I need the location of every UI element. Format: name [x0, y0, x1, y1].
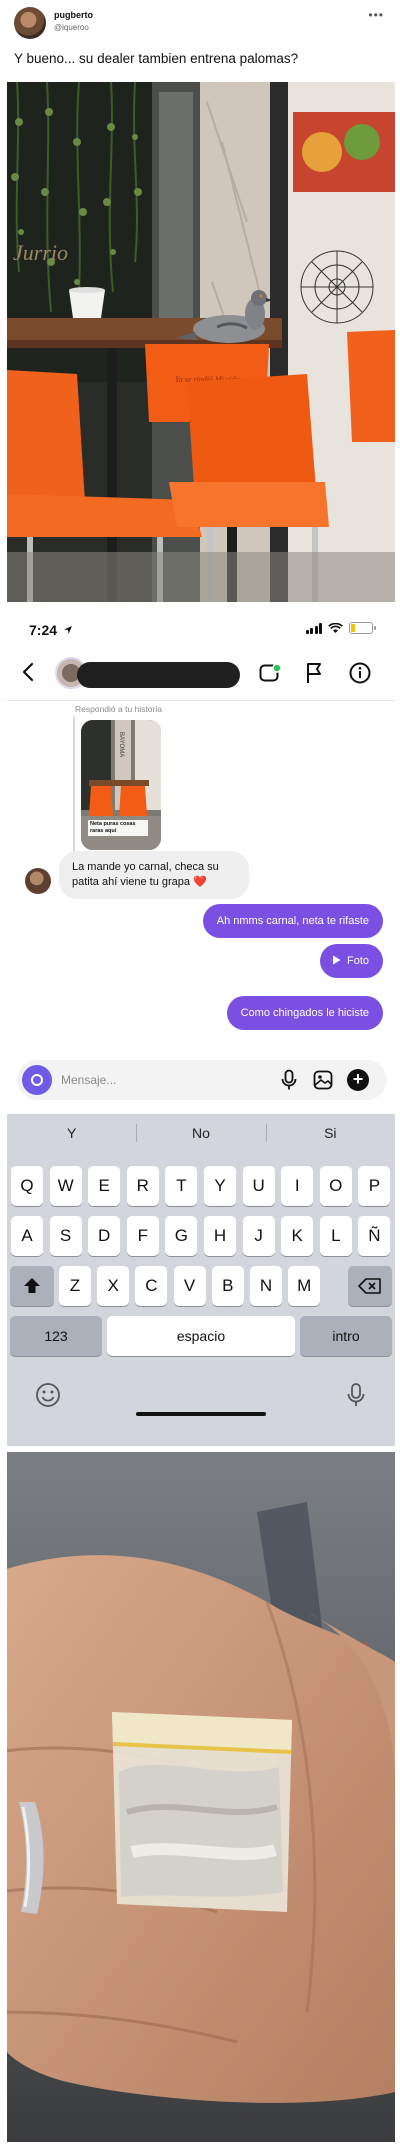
svg-text:BAYOMA: BAYOMA	[118, 732, 124, 757]
dm-header	[7, 650, 395, 696]
replied-to-story-label: Respondió a tu historia	[75, 704, 162, 714]
suggestion-item[interactable]: Y	[7, 1114, 136, 1152]
message-incoming[interactable]: La mande yo carnal, checa su patita ahí …	[59, 851, 249, 899]
message-outgoing[interactable]: Como chingados le hiciste	[226, 996, 383, 1030]
location-arrow-icon	[63, 626, 72, 634]
message-text: La mande yo carnal, checa su patita ahí …	[72, 861, 219, 888]
key-s[interactable]: S	[49, 1216, 82, 1256]
key-y[interactable]: Y	[204, 1166, 236, 1206]
story-caption: Neta puras cosas raras aquí	[88, 819, 148, 836]
key-i[interactable]: I	[281, 1166, 314, 1206]
key-z[interactable]: Z	[59, 1266, 91, 1306]
tweet-text: Y bueno... su dealer tambien entrena pal…	[14, 51, 299, 66]
flag-icon[interactable]	[305, 662, 323, 684]
predictive-suggestions: Y No Si	[7, 1114, 395, 1152]
key-c[interactable]: C	[135, 1266, 168, 1306]
video-call-icon[interactable]	[259, 663, 283, 683]
return-key[interactable]: intro	[300, 1316, 392, 1356]
key-a[interactable]: A	[11, 1216, 43, 1256]
key-h[interactable]: H	[204, 1216, 236, 1256]
home-indicator	[136, 1412, 266, 1416]
photo-message-button[interactable]: Foto	[319, 944, 383, 978]
key-d[interactable]: D	[88, 1216, 121, 1256]
baggie	[112, 1712, 292, 1912]
sender-avatar[interactable]	[25, 868, 51, 894]
emoji-icon[interactable]	[35, 1382, 61, 1408]
camera-button[interactable]	[22, 1065, 52, 1095]
key-x[interactable]: X	[97, 1266, 130, 1306]
back-chevron-icon[interactable]	[19, 661, 39, 683]
signal-icon	[305, 622, 322, 634]
key-n[interactable]: N	[250, 1266, 282, 1306]
key-t[interactable]: T	[165, 1166, 198, 1206]
more-horizontal-icon[interactable]: •••	[368, 8, 384, 22]
delete-key[interactable]	[348, 1266, 392, 1306]
censored-contact-name[interactable]	[77, 662, 240, 688]
message-text: Ah nmms carnal, neta te rifaste	[216, 915, 369, 927]
battery-icon	[349, 622, 376, 634]
key-w[interactable]: W	[49, 1166, 82, 1206]
hand-baggie-photo[interactable]	[7, 1452, 395, 2142]
dm-screenshot: 7:24 Respondió a tu historia BAYOMA Neta…	[7, 608, 395, 1446]
battery-level	[351, 624, 356, 632]
status-time-text: 7:24	[29, 622, 58, 638]
key-j[interactable]: J	[242, 1216, 275, 1256]
shift-key[interactable]	[10, 1266, 54, 1306]
message-input[interactable]	[61, 1070, 231, 1090]
suggestion-item[interactable]: Si	[265, 1114, 395, 1152]
status-icons	[305, 622, 376, 634]
key-r[interactable]: R	[126, 1166, 159, 1206]
key-g[interactable]: G	[165, 1216, 198, 1256]
story-thumbnail[interactable]: BAYOMA Neta puras cosas raras aquí	[81, 720, 161, 850]
wifi-icon	[328, 622, 343, 633]
story-reply-bar	[73, 716, 75, 854]
dictation-microphone-icon[interactable]	[347, 1382, 365, 1408]
key-m[interactable]: M	[288, 1266, 321, 1306]
key-u[interactable]: U	[242, 1166, 275, 1206]
message-composer: +	[17, 1060, 387, 1100]
status-time: 7:24	[29, 622, 73, 638]
key-e[interactable]: E	[88, 1166, 121, 1206]
cafe-pigeon-photo[interactable]: Jurrio Ya se rindió Mi vida	[7, 82, 395, 602]
play-icon	[332, 955, 341, 965]
info-icon[interactable]	[349, 662, 371, 684]
key-k[interactable]: K	[281, 1216, 314, 1256]
hand-scene	[7, 1452, 395, 2142]
message-outgoing[interactable]: Ah nmms carnal, neta te rifaste	[202, 904, 383, 938]
space-key[interactable]: espacio	[107, 1316, 295, 1356]
backspace-icon	[358, 1278, 381, 1294]
wall-lettering: Jurrio	[13, 240, 68, 265]
suggestion-item[interactable]: No	[136, 1114, 265, 1152]
key-ñ[interactable]: Ñ	[358, 1216, 391, 1256]
key-f[interactable]: F	[126, 1216, 159, 1256]
key-p[interactable]: P	[358, 1166, 391, 1206]
key-l[interactable]: L	[319, 1216, 352, 1256]
microphone-icon[interactable]	[281, 1069, 297, 1091]
gallery-icon[interactable]	[313, 1070, 333, 1090]
author-handle[interactable]: @iqueroo	[54, 23, 89, 32]
key-v[interactable]: V	[173, 1266, 206, 1306]
header-divider	[7, 700, 395, 701]
key-o[interactable]: O	[319, 1166, 352, 1206]
tweet-header: pugberto @iqueroo •••	[0, 0, 400, 39]
key-b[interactable]: B	[211, 1266, 244, 1306]
add-attachment-icon[interactable]: +	[347, 1069, 369, 1091]
keyboard: Y No Si QWERTYUIOPASDFGHJKLÑZXCVBNM 123 …	[7, 1114, 395, 1446]
cafe-scene: Jurrio Ya se rindió Mi vida	[7, 82, 395, 602]
photo-message-label: Foto	[346, 955, 369, 967]
key-q[interactable]: Q	[11, 1166, 43, 1206]
author-avatar[interactable]	[14, 7, 46, 39]
author-name[interactable]: pugberto	[54, 10, 93, 20]
shift-icon	[24, 1278, 40, 1293]
numbers-key[interactable]: 123	[10, 1316, 102, 1356]
message-text: Como chingados le hiciste	[240, 1007, 369, 1019]
